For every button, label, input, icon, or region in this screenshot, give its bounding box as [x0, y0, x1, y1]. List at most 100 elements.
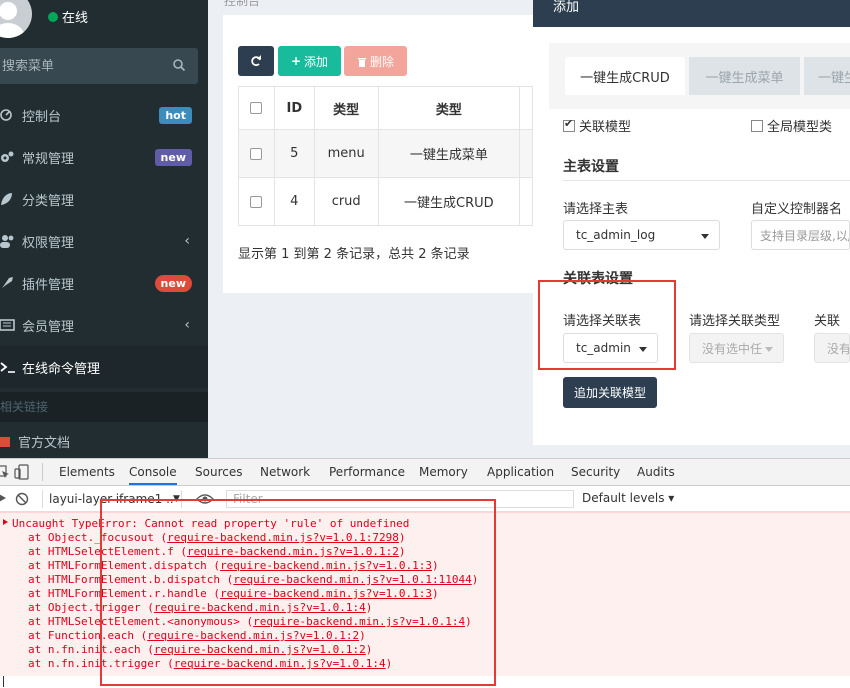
row-type-desc: 一键生成CRUD: [377, 177, 521, 226]
devtools-tab-security[interactable]: Security: [571, 465, 620, 479]
global-model-label: 全局模型类: [767, 120, 833, 135]
clear-console-icon[interactable]: [15, 492, 29, 506]
table-row[interactable]: 5 menu 一键生成菜单: [238, 129, 533, 178]
devtools-tab-elements[interactable]: Elements: [59, 465, 115, 479]
row-type-link[interactable]: crud: [313, 177, 379, 226]
row-checkbox-cell: [238, 177, 275, 226]
new-badge: new: [154, 274, 192, 292]
chevron-left-icon: ‹: [184, 233, 190, 249]
terminal-icon: [0, 362, 15, 373]
main-table-select[interactable]: tc_admin_log: [563, 220, 720, 250]
global-model-checkbox-row[interactable]: 全局模型类: [751, 116, 832, 135]
relation-fk-select[interactable]: 没有: [814, 333, 850, 363]
devtools-tab-audits[interactable]: Audits: [637, 465, 675, 479]
cogs-icon: [1, 151, 14, 162]
log-levels-dropdown[interactable]: Default levels ▾: [582, 491, 674, 505]
main-table-value: tc_admin_log: [576, 228, 656, 242]
row-checkbox[interactable]: [250, 195, 263, 208]
row-id: 5: [273, 129, 315, 178]
refresh-icon: [251, 55, 261, 67]
devtools-tabbar: Elements Console Sources Network Perform…: [0, 458, 850, 486]
sidebar-search-input[interactable]: [2, 58, 162, 74]
devtools-tab-application[interactable]: Application: [487, 465, 554, 479]
row-type-link[interactable]: menu: [313, 129, 379, 178]
sidebar-item-dashboard[interactable]: 控制台 hot: [0, 94, 208, 136]
caret-down-icon: [765, 347, 773, 352]
sidebar-item-members[interactable]: 会员管理 ‹: [0, 304, 208, 346]
column-header-id[interactable]: ID: [273, 86, 315, 130]
column-header-type-desc[interactable]: 类型: [377, 86, 521, 130]
refresh-button[interactable]: [238, 46, 274, 76]
row-type-desc: 一键生成菜单: [377, 129, 521, 178]
devtools-tab-sources[interactable]: Sources: [195, 465, 242, 479]
add-relation-model-button[interactable]: 追加关联模型: [563, 377, 657, 408]
device-toolbar-icon[interactable]: [14, 464, 30, 480]
new-badge: new: [154, 148, 192, 166]
sidebar-search: [0, 48, 198, 84]
hot-badge: hot: [159, 106, 192, 124]
relation-model-checkbox[interactable]: [563, 117, 575, 132]
expand-triangle-icon[interactable]: [3, 519, 8, 525]
tab-crud[interactable]: 一键生成CRUD: [565, 57, 685, 95]
delete-button[interactable]: 删除: [344, 46, 407, 76]
sidebar-item-label: 官方文档: [18, 436, 71, 451]
relation-fk-value: 没有: [827, 341, 849, 356]
rocket-icon: [2, 277, 13, 288]
controller-input[interactable]: 支持目录层级,以/: [751, 220, 850, 250]
devtools-tab-performance[interactable]: Performance: [329, 465, 405, 479]
online-status: 在线: [48, 7, 88, 26]
chevron-left-icon: ‹: [184, 317, 190, 333]
delete-button-label: 删除: [369, 54, 394, 69]
modal-title: 添加: [553, 0, 580, 15]
main-table-label: 请选择主表: [563, 202, 629, 217]
relation-model-checkbox-row[interactable]: 关联模型: [563, 116, 631, 135]
sidebar-item-label: 权限管理: [22, 235, 75, 251]
sidebar-item-docs[interactable]: 官方文档: [0, 432, 70, 451]
relation-type-select[interactable]: 没有选中任: [689, 333, 784, 363]
sidebar-item-plugins[interactable]: 插件管理 new: [0, 262, 208, 304]
command-table: ID 类型 类型 5 menu 一键生成菜单 4 crud 一键生成CRUD: [238, 86, 533, 226]
table-row[interactable]: 4 crud 一键生成CRUD: [238, 177, 533, 226]
devtools-tab-network[interactable]: Network: [260, 465, 310, 479]
add-button[interactable]: + 添加: [278, 46, 341, 76]
row-checkbox[interactable]: [250, 147, 263, 160]
breadcrumb: 控制台: [224, 0, 261, 8]
avatar[interactable]: [0, 0, 32, 38]
online-status-label: 在线: [62, 11, 89, 26]
column-header-extra: [519, 86, 533, 130]
devtools-tab-memory[interactable]: Memory: [419, 465, 468, 479]
search-icon[interactable]: [172, 58, 186, 72]
tab-menu[interactable]: 一键生成菜单: [689, 57, 800, 95]
global-model-checkbox[interactable]: [751, 119, 763, 132]
select-all-checkbox[interactable]: [250, 102, 263, 114]
online-dot-icon: [48, 11, 58, 22]
sidebar: 在线 控制台 hot 常规管理 new 分类管理 权限管理 ‹ 插件管理 new…: [0, 0, 208, 458]
modal-header[interactable]: 添加: [533, 0, 850, 27]
sidebar-item-label: 插件管理: [22, 277, 75, 293]
users-icon: [0, 235, 14, 248]
text-cursor: [3, 676, 4, 687]
sidebar-item-label: 会员管理: [22, 319, 75, 335]
sidebar-item-online-command[interactable]: 在线命令管理: [0, 346, 208, 388]
leaf-icon: [1, 193, 12, 205]
inspect-icon[interactable]: [0, 465, 10, 479]
relation-type-label: 请选择关联类型: [689, 314, 781, 329]
select-all-cell: [238, 86, 275, 130]
play-icon[interactable]: [0, 492, 7, 504]
tab-third[interactable]: 一键生: [804, 57, 850, 95]
controller-label: 自定义控制器名: [751, 202, 843, 217]
dashboard-icon: [0, 109, 12, 121]
column-header-type[interactable]: 类型: [313, 86, 379, 130]
pagination-summary: 显示第 1 到第 2 条记录，总共 2 条记录: [238, 247, 470, 262]
highlight-box: [100, 499, 496, 686]
relation-model-label: 关联模型: [579, 120, 632, 135]
sidebar-item-category[interactable]: 分类管理: [0, 178, 208, 220]
sidebar-item-label: 常规管理: [22, 151, 75, 167]
sidebar-section-header: 相关链接: [0, 392, 208, 422]
list-icon: [0, 319, 15, 331]
devtools-tab-console[interactable]: Console: [129, 465, 177, 485]
relation-type-value: 没有选中任: [702, 341, 763, 356]
sidebar-item-general[interactable]: 常规管理 new: [0, 136, 208, 178]
sidebar-item-label: 控制台: [22, 109, 62, 125]
sidebar-item-permission[interactable]: 权限管理 ‹: [0, 220, 208, 262]
